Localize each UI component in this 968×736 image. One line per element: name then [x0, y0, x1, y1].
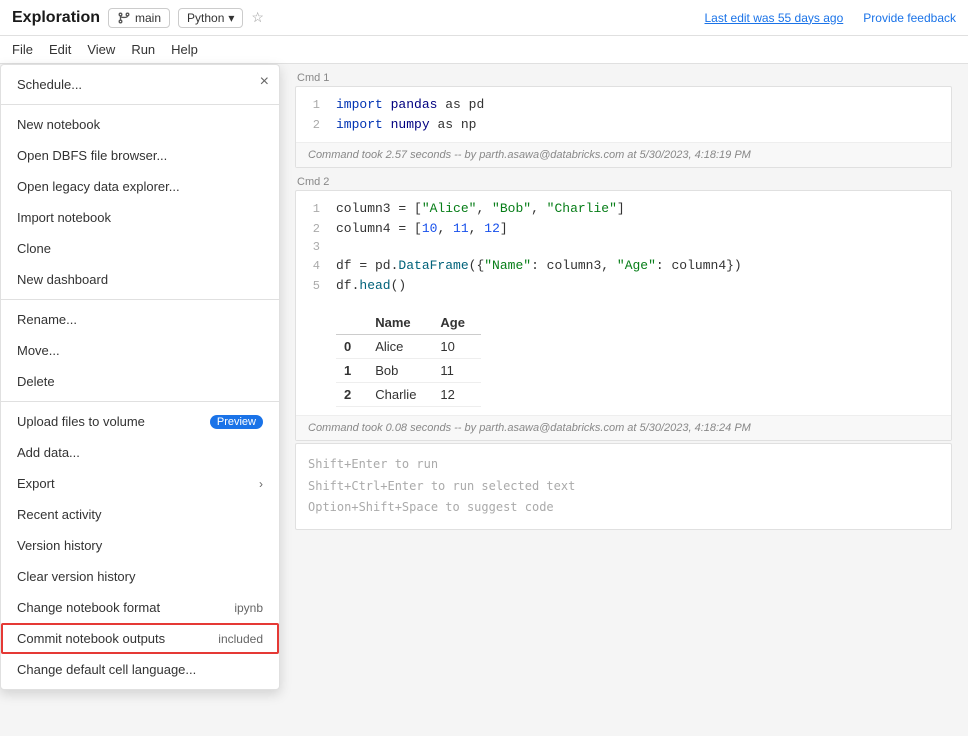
- menu-item-schedule[interactable]: Schedule...: [1, 69, 279, 100]
- code-line: 1 column3 = ["Alice", "Bob", "Charlie"]: [296, 199, 939, 219]
- menu-run[interactable]: Run: [131, 38, 155, 61]
- hint-line-3: Option+Shift+Space to suggest code: [308, 497, 939, 519]
- hint-line-2: Shift+Ctrl+Enter to run selected text: [308, 476, 939, 498]
- last-edit-link[interactable]: Last edit was 55 days ago: [705, 11, 844, 25]
- menu-item-clone[interactable]: Clone: [1, 233, 279, 264]
- table-row: 0 Alice 10: [336, 335, 481, 359]
- menu-item-change-language[interactable]: Change default cell language...: [1, 654, 279, 685]
- code-line: 5 df.head(): [296, 276, 939, 296]
- menu-item-new-dashboard[interactable]: New dashboard: [1, 264, 279, 295]
- language-button[interactable]: Python ▾: [178, 8, 243, 28]
- code-line: 4 df = pd.DataFrame({"Name": column3, "A…: [296, 256, 939, 276]
- notebook-title: Exploration: [12, 9, 100, 27]
- menu-item-delete[interactable]: Delete: [1, 366, 279, 397]
- menu-file[interactable]: File: [12, 38, 33, 61]
- cmd1-label: Cmd 1: [295, 72, 952, 84]
- cell-1-code: 1 import pandas as pd 2 import numpy as …: [296, 87, 951, 142]
- col-header-age: Age: [432, 311, 481, 335]
- star-icon[interactable]: ☆: [251, 9, 264, 26]
- output-table-container: Name Age 0 Alice 10 1 Bob 11: [296, 311, 951, 407]
- top-bar: Exploration main Python ▾ ☆ Last edit wa…: [0, 0, 968, 36]
- chevron-down-icon: ▾: [228, 11, 234, 25]
- code-line: 2 column4 = [10, 11, 12]: [296, 219, 939, 239]
- menu-item-recent-activity[interactable]: Recent activity: [1, 499, 279, 530]
- row-age: 11: [432, 359, 481, 383]
- cell-3-hints: Shift+Enter to run Shift+Ctrl+Enter to r…: [296, 444, 951, 529]
- divider-1: [1, 104, 279, 105]
- menu-item-import[interactable]: Import notebook: [1, 202, 279, 233]
- cell-1-footer: Command took 2.57 seconds -- by parth.as…: [296, 142, 951, 167]
- row-idx: 2: [336, 383, 367, 407]
- menu-item-export[interactable]: Export ›: [1, 468, 279, 499]
- menu-edit[interactable]: Edit: [49, 38, 71, 61]
- divider-2: [1, 299, 279, 300]
- menu-view[interactable]: View: [87, 38, 115, 61]
- output-table: Name Age 0 Alice 10 1 Bob 11: [336, 311, 481, 407]
- menu-item-rename[interactable]: Rename...: [1, 304, 279, 335]
- menu-item-commit-outputs[interactable]: Commit notebook outputs included: [1, 623, 279, 654]
- row-age: 12: [432, 383, 481, 407]
- menu-item-change-format[interactable]: Change notebook format ipynb: [1, 592, 279, 623]
- file-dropdown-menu: × Schedule... New notebook Open DBFS fil…: [0, 64, 280, 690]
- row-name: Alice: [367, 335, 432, 359]
- cmd2-label: Cmd 2: [295, 176, 952, 188]
- row-idx: 0: [336, 335, 367, 359]
- code-line: 3: [296, 238, 939, 256]
- cell-1[interactable]: 1 import pandas as pd 2 import numpy as …: [295, 86, 952, 168]
- language-label: Python: [187, 11, 224, 25]
- menu-item-open-dbfs[interactable]: Open DBFS file browser...: [1, 140, 279, 171]
- col-header-idx: [336, 311, 367, 335]
- close-button[interactable]: ×: [260, 73, 269, 91]
- hint-line-1: Shift+Enter to run: [308, 454, 939, 476]
- code-line: 1 import pandas as pd: [296, 95, 939, 115]
- feedback-link[interactable]: Provide feedback: [863, 11, 956, 25]
- menu-item-open-legacy[interactable]: Open legacy data explorer...: [1, 171, 279, 202]
- menu-help[interactable]: Help: [171, 38, 198, 61]
- table-row: 1 Bob 11: [336, 359, 481, 383]
- menu-item-upload[interactable]: Upload files to volume Preview: [1, 406, 279, 437]
- chevron-right-icon: ›: [259, 477, 263, 491]
- divider-3: [1, 401, 279, 402]
- menu-item-clear-version[interactable]: Clear version history: [1, 561, 279, 592]
- menu-bar: File Edit View Run Help: [0, 36, 968, 64]
- row-idx: 1: [336, 359, 367, 383]
- preview-badge: Preview: [210, 415, 263, 429]
- table-row: 2 Charlie 12: [336, 383, 481, 407]
- menu-item-version-history[interactable]: Version history: [1, 530, 279, 561]
- menu-item-add-data[interactable]: Add data...: [1, 437, 279, 468]
- cell-2-footer: Command took 0.08 seconds -- by parth.as…: [296, 415, 951, 440]
- outputs-badge: included: [218, 632, 263, 646]
- format-badge: ipynb: [234, 601, 263, 615]
- cell-2-code: 1 column3 = ["Alice", "Bob", "Charlie"] …: [296, 191, 951, 303]
- row-name: Bob: [367, 359, 432, 383]
- branch-label: main: [135, 11, 161, 25]
- col-header-name: Name: [367, 311, 432, 335]
- menu-item-move[interactable]: Move...: [1, 335, 279, 366]
- cell-3[interactable]: Shift+Enter to run Shift+Ctrl+Enter to r…: [295, 443, 952, 530]
- menu-item-new-notebook[interactable]: New notebook: [1, 109, 279, 140]
- row-name: Charlie: [367, 383, 432, 407]
- cell-2[interactable]: 1 column3 = ["Alice", "Bob", "Charlie"] …: [295, 190, 952, 441]
- branch-button[interactable]: main: [108, 8, 170, 28]
- main-content: × Schedule... New notebook Open DBFS fil…: [0, 64, 968, 736]
- row-age: 10: [432, 335, 481, 359]
- branch-icon: [117, 11, 131, 25]
- code-line: 2 import numpy as np: [296, 115, 939, 135]
